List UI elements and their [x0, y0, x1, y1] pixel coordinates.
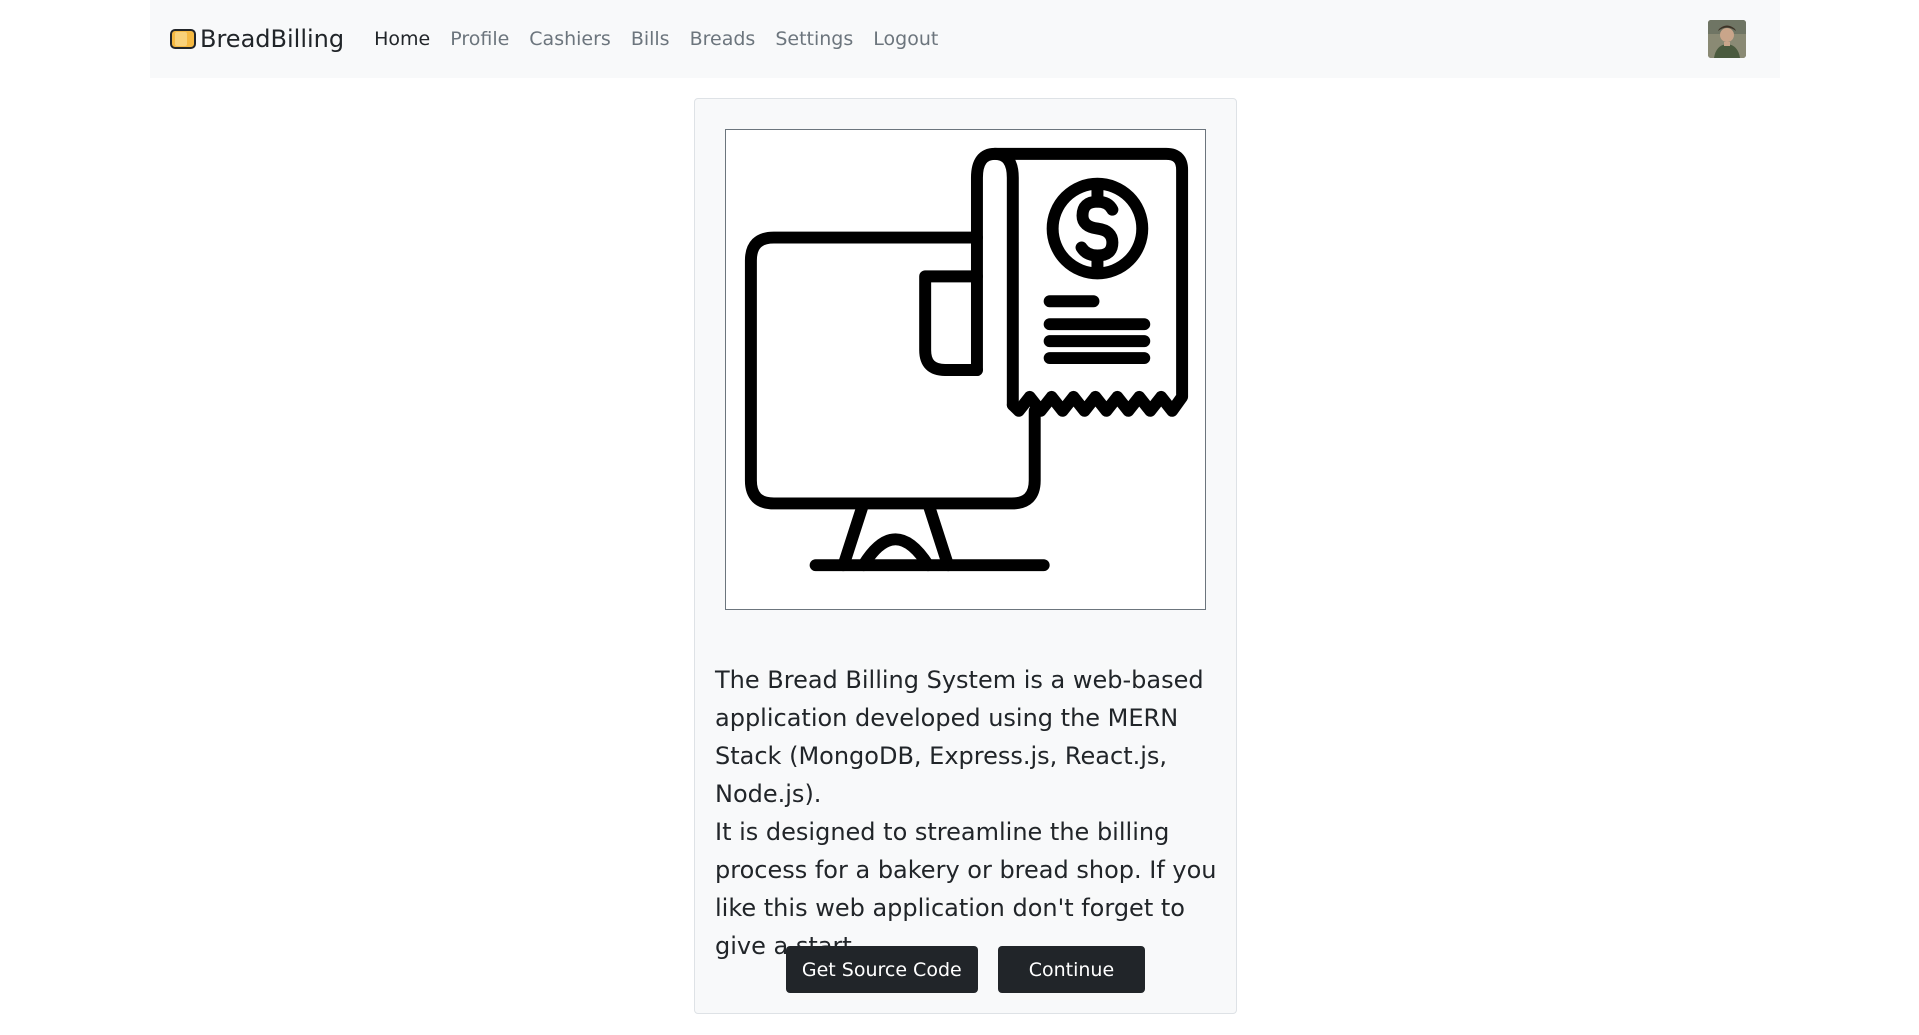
navbar: BreadBilling Home Profile Cashiers Bills…	[150, 0, 1780, 78]
nav-logout[interactable]: Logout	[863, 28, 948, 50]
nav-breads[interactable]: Breads	[680, 28, 766, 50]
nav-cashiers[interactable]: Cashiers	[519, 28, 621, 50]
nav-profile[interactable]: Profile	[440, 28, 519, 50]
nav-links: Home Profile Cashiers Bills Breads Setti…	[364, 28, 948, 50]
bread-icon	[170, 28, 196, 50]
app-description: The Bread Billing System is a web-based …	[715, 661, 1220, 965]
nav-bills[interactable]: Bills	[621, 28, 680, 50]
continue-button[interactable]: Continue	[997, 946, 1146, 993]
get-source-code-button[interactable]: Get Source Code	[785, 946, 978, 993]
monitor-receipt-dollar-icon	[725, 129, 1206, 610]
nav-home[interactable]: Home	[364, 28, 440, 50]
brand-name: BreadBilling	[200, 25, 345, 53]
description-paragraph-2: It is designed to streamline the billing…	[715, 818, 1217, 960]
user-avatar[interactable]	[1708, 20, 1746, 58]
brand-link[interactable]: BreadBilling	[170, 25, 344, 53]
description-paragraph-1: The Bread Billing System is a web-based …	[715, 666, 1204, 808]
action-buttons: Get Source Code Continue	[695, 946, 1236, 993]
nav-settings[interactable]: Settings	[765, 28, 863, 50]
welcome-card: The Bread Billing System is a web-based …	[694, 98, 1237, 1014]
